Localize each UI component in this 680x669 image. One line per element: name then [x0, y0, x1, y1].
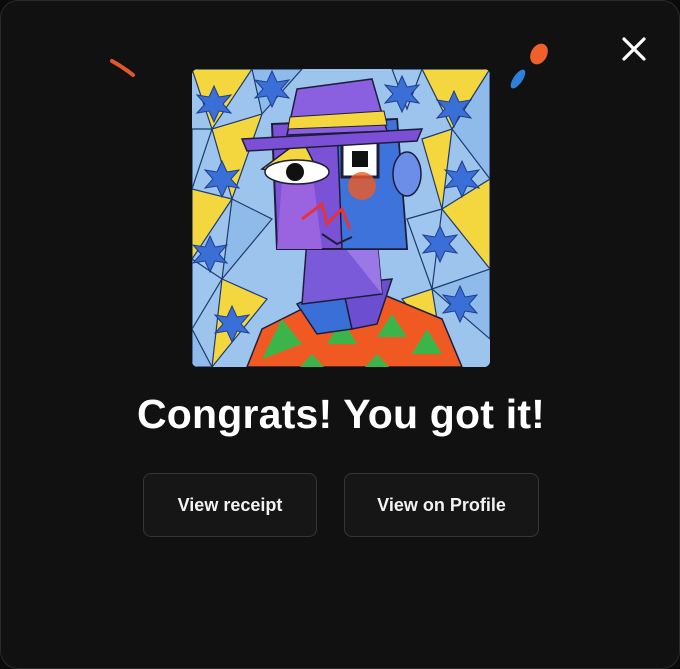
- view-on-profile-button[interactable]: View on Profile: [344, 473, 539, 537]
- confetti-piece-orange-left: [110, 59, 135, 77]
- close-icon: [622, 37, 646, 61]
- congrats-modal: Congrats! You got it! View receipt View …: [0, 0, 680, 669]
- cubist-portrait-artwork: [192, 69, 490, 367]
- view-receipt-button[interactable]: View receipt: [143, 473, 317, 537]
- nft-artwork-image: [192, 69, 490, 367]
- close-button[interactable]: [613, 28, 655, 70]
- confetti-piece-orange-right: [530, 43, 548, 65]
- congrats-title: Congrats! You got it!: [136, 391, 546, 437]
- confetti-piece-blue: [510, 69, 526, 89]
